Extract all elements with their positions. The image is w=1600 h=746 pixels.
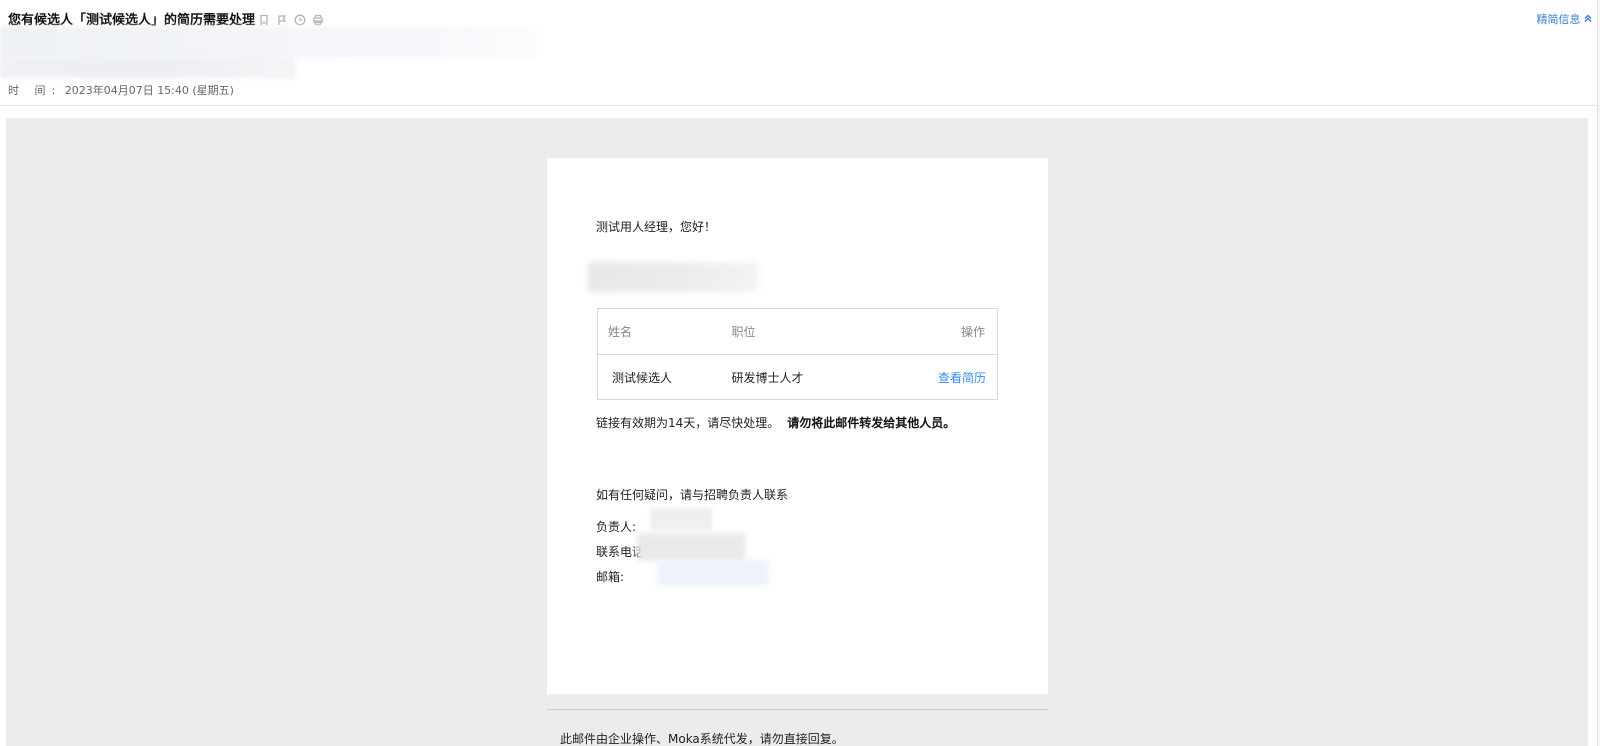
candidate-table: 姓名 职位 操作 测试候选人 研发博士人才 查看简历 — [597, 308, 998, 400]
column-header-name: 姓名 — [597, 308, 732, 355]
clock-icon[interactable] — [294, 11, 306, 26]
view-resume-link[interactable]: 查看简历 — [938, 371, 986, 385]
time-label: 时 间: — [8, 84, 62, 97]
redacted-recipient — [0, 56, 296, 78]
print-icon[interactable] — [312, 11, 324, 26]
candidate-name: 测试候选人 — [612, 370, 673, 385]
redacted-notice — [588, 262, 758, 292]
brief-info-label: 精简信息 — [1536, 13, 1581, 26]
mail-header: 您有候选人「测试候选人」的简历需要处理 精简信息 时 间: 2023年04月07… — [0, 0, 1600, 106]
redacted-phone — [637, 533, 745, 561]
redacted-email — [657, 560, 769, 586]
mail-time: 时 间: 2023年04月07日 15:40 (星期五) — [8, 82, 234, 98]
table-row: 测试候选人 研发博士人才 查看简历 — [598, 355, 998, 400]
mail-card: 测试用人经理，您好！ 姓名 职位 操作 测试候选人 研发博士人才 查看简历 链接… — [547, 158, 1048, 694]
greeting: 测试用人经理，您好！ — [596, 220, 717, 234]
bookmark-icon[interactable] — [258, 11, 270, 26]
forward-warning: 请勿将此邮件转发给其他人员。 — [787, 416, 956, 430]
footer-divider — [547, 709, 1048, 710]
time-value: 2023年04月07日 15:40 (星期五) — [64, 84, 234, 97]
flag-icon[interactable] — [276, 11, 288, 25]
redacted-sender — [0, 26, 536, 58]
column-header-action: 操作 — [881, 308, 998, 355]
email-label: 邮箱: — [596, 570, 625, 584]
validity-text: 链接有效期为14天，请尽快处理。 — [596, 416, 780, 430]
validity-notice: 链接有效期为14天，请尽快处理。 请勿将此邮件转发给其他人员。 — [596, 414, 955, 431]
redacted-owner — [650, 508, 712, 530]
column-header-position: 职位 — [731, 308, 882, 355]
owner-label: 负责人: — [596, 520, 637, 534]
brief-info-toggle[interactable]: 精简信息 — [1537, 11, 1593, 27]
subject-actions — [258, 11, 324, 26]
table-header-row: 姓名 职位 操作 — [597, 308, 998, 355]
candidate-position: 研发博士人才 — [731, 370, 804, 385]
chevron-up-icon — [1584, 13, 1592, 26]
contact-intro: 如有任何疑问，请与招聘负责人联系 — [596, 488, 789, 502]
footer-note: 此邮件由企业操作、Moka系统代发，请勿直接回复。 — [560, 732, 844, 746]
